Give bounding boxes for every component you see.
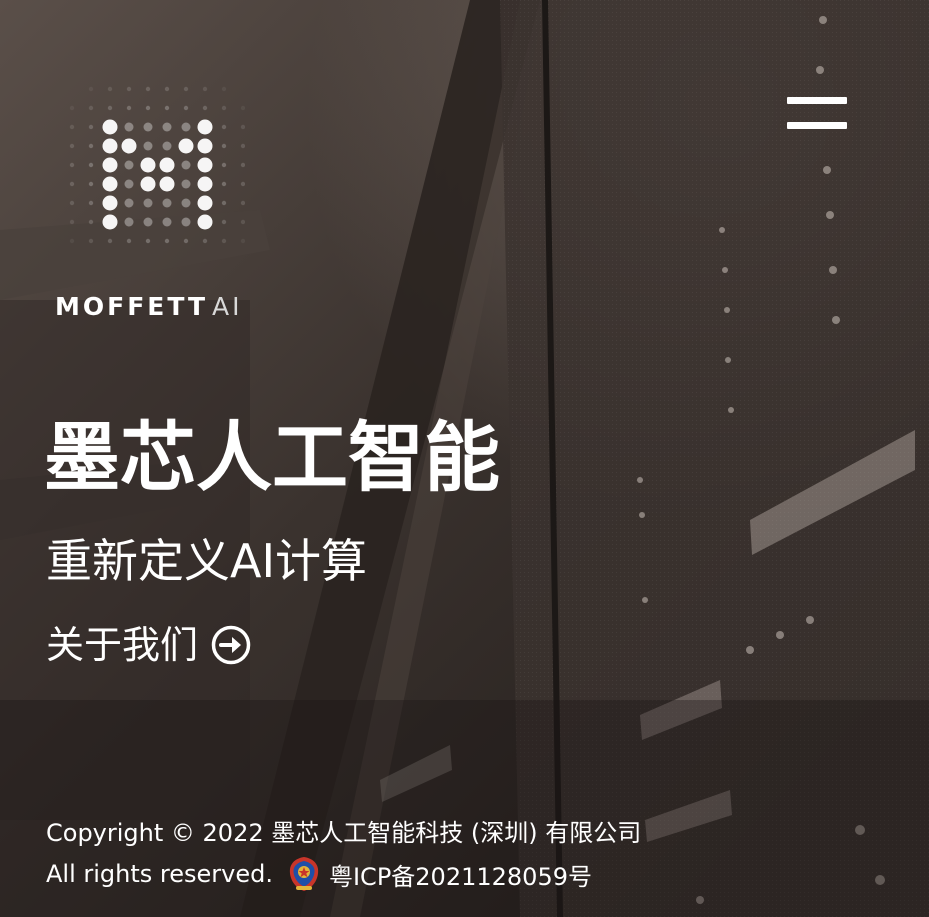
rights-text: All rights reserved. [46,860,273,888]
menu-bar-top [787,97,847,104]
brand-name-suffix: AI [212,292,243,321]
menu-bar-bottom [787,122,847,129]
police-badge-icon [289,857,319,891]
footer: Copyright © 2022 墨芯人工智能科技 (深圳) 有限公司 All … [46,808,906,896]
hamburger-menu-icon[interactable] [785,93,849,133]
about-us-link[interactable]: 关于我们 [46,624,252,666]
brand-name: MOFFETT AI [55,292,243,321]
hero-title: 墨芯人工智能 [44,413,500,502]
page: MOFFETT AI 墨芯人工智能 重新定义AI计算 关于我们 Copyright… [0,0,929,917]
hero-subtitle: 重新定义AI计算 [46,534,368,588]
arrow-right-circle-icon [211,625,251,665]
footer-rights-line: All rights reserved. 粤ICP备2021128059号 [46,852,906,896]
icp-license-link[interactable]: 粤ICP备2021128059号 [329,857,592,892]
moffett-logo-icon [69,86,245,244]
about-us-label: 关于我们 [46,623,199,667]
brand-name-text: MOFFETT [55,292,209,321]
copyright-text: Copyright © 2022 墨芯人工智能科技 (深圳) 有限公司 [46,818,642,847]
footer-copyright-line: Copyright © 2022 墨芯人工智能科技 (深圳) 有限公司 [46,808,906,852]
